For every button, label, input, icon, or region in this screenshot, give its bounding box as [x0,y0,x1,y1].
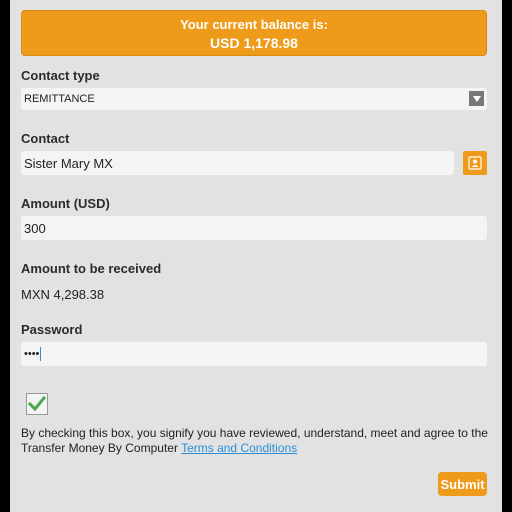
submit-button[interactable]: Submit [438,472,487,496]
contact-type-select[interactable]: REMITTANCE [21,88,487,110]
contact-value: Sister Mary MX [24,155,113,171]
contact-type-value: REMITTANCE [24,93,95,105]
agree-checkbox[interactable] [26,393,48,415]
balance-banner: Your current balance is: USD 1,178.98 [21,10,487,56]
checkmark-icon [28,396,46,412]
text-cursor [40,347,42,361]
amount-input[interactable]: 300 [21,216,487,240]
balance-title: Your current balance is: [180,17,328,32]
transfer-screen: Your current balance is: USD 1,178.98 Co… [10,0,502,512]
dropdown-arrow-icon [469,91,484,106]
contact-card-icon [468,156,482,170]
password-input[interactable]: •••• [21,342,487,366]
agreement-text: By checking this box, you signify you ha… [21,426,491,456]
amount-value: 300 [24,220,46,236]
received-value: MXN 4,298.38 [21,287,105,302]
password-value: •••• [24,348,40,360]
balance-amount: USD 1,178.98 [210,35,298,51]
terms-link[interactable]: Terms and Conditions [181,441,297,455]
contact-picker-button[interactable] [463,151,487,175]
contact-field[interactable]: Sister Mary MX [21,151,454,175]
received-label: Amount to be received [21,261,162,276]
contact-type-label: Contact type [21,68,100,83]
password-label: Password [21,322,83,337]
amount-label: Amount (USD) [21,196,110,211]
contact-label: Contact [21,131,70,146]
